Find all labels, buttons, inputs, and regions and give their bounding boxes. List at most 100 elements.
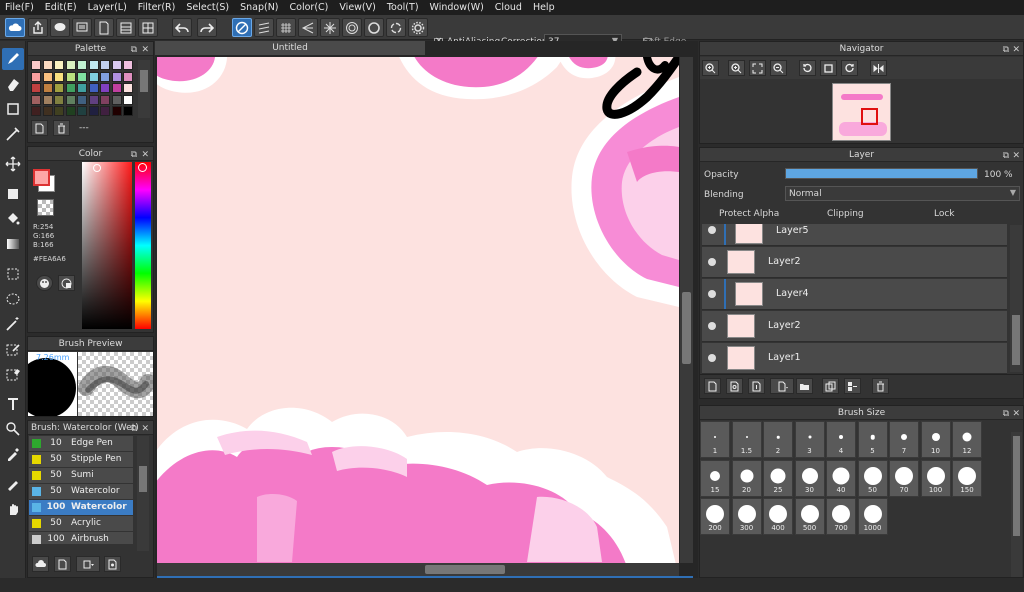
menu-item[interactable]: File(F) — [0, 2, 40, 13]
delete-layer-button[interactable] — [872, 378, 889, 394]
hue-slider-handle[interactable] — [138, 163, 147, 172]
palette-swatch[interactable] — [54, 106, 64, 116]
brush-size-cell[interactable]: 1.5 — [731, 421, 762, 458]
line-brush-tool[interactable] — [2, 123, 24, 145]
new-brush-button[interactable] — [54, 556, 71, 572]
menu-item[interactable]: View(V) — [334, 2, 381, 13]
zoom-in-2-button[interactable] — [728, 60, 745, 76]
brush-size-cell[interactable]: 2 — [763, 421, 793, 458]
layer-scroll-thumb[interactable] — [1012, 315, 1020, 365]
palette-scrollbar[interactable] — [138, 60, 150, 118]
palette-swatch[interactable] — [88, 83, 99, 93]
blending-select[interactable]: Normal ▼ — [785, 186, 1020, 201]
palette-swatch[interactable] — [111, 106, 122, 116]
zoom-out-button[interactable] — [770, 60, 787, 76]
brush-size-cell[interactable]: 100 — [920, 459, 951, 497]
page-button[interactable] — [94, 18, 114, 37]
canvas-vertical-thumb[interactable] — [682, 292, 691, 364]
palette-swatch[interactable] — [31, 71, 41, 82]
brush-size-cell[interactable]: 1000 — [857, 498, 888, 535]
palette-swatch[interactable] — [31, 106, 41, 116]
rotate-reset-button[interactable] — [820, 60, 837, 76]
brush-size-cell[interactable]: 40 — [826, 459, 856, 497]
new-palette-button[interactable] — [31, 120, 48, 136]
undock-icon[interactable]: ⧉ — [131, 422, 137, 436]
grid-button[interactable] — [138, 18, 158, 37]
palette-swatch[interactable] — [111, 60, 122, 70]
brush-item[interactable]: 50 Acrylic — [29, 516, 133, 532]
new-layer-button[interactable] — [704, 378, 721, 394]
palette-swatch[interactable] — [54, 94, 64, 105]
undo-button[interactable] — [172, 18, 192, 37]
brush-scroll-thumb[interactable] — [139, 466, 147, 492]
palette-swatch[interactable] — [111, 83, 122, 93]
canvas-vertical-scrollbar[interactable] — [680, 57, 693, 563]
palette-swatch[interactable] — [123, 71, 133, 82]
lasso-tool[interactable] — [2, 288, 24, 310]
undock-icon[interactable]: ⧉ — [131, 148, 137, 162]
eyedropper-tool[interactable] — [2, 443, 24, 465]
zoom-in-button[interactable] — [702, 60, 719, 76]
undock-icon[interactable]: ⧉ — [1003, 43, 1009, 57]
palette-swatch[interactable] — [31, 94, 41, 105]
palette-swatch[interactable] — [42, 83, 53, 93]
text-tool[interactable] — [2, 393, 24, 415]
palette-swatch[interactable] — [42, 94, 53, 105]
fill-rect-tool[interactable] — [2, 183, 24, 205]
brush-item[interactable]: 100 Watercolor — [29, 500, 133, 516]
new-folder-button[interactable] — [796, 378, 813, 394]
canvas-horizontal-thumb[interactable] — [425, 565, 505, 574]
palette-swatch[interactable] — [77, 94, 87, 105]
layer-row[interactable]: Layer4 — [702, 279, 1007, 310]
hand-tool[interactable] — [2, 498, 24, 520]
menu-item[interactable]: Window(W) — [425, 2, 490, 13]
opacity-slider[interactable] — [785, 168, 978, 179]
close-icon[interactable]: ✕ — [1012, 149, 1020, 163]
brush-item[interactable]: 50 Watercolor — [29, 484, 133, 500]
palette-swatch[interactable] — [42, 106, 53, 116]
palette-swatch[interactable] — [100, 106, 110, 116]
close-icon[interactable]: ✕ — [141, 422, 149, 436]
snap-off-button[interactable] — [232, 18, 252, 37]
brush-size-cell[interactable]: 4 — [826, 421, 856, 458]
palette-swatch[interactable] — [123, 83, 133, 93]
frame-divider-tool[interactable] — [2, 418, 24, 440]
brush-size-cell[interactable]: 150 — [952, 459, 982, 497]
menu-item[interactable]: Layer(L) — [83, 2, 133, 13]
palette-swatch[interactable] — [54, 71, 64, 82]
palette-swatch[interactable] — [123, 60, 133, 70]
eye-icon[interactable] — [708, 290, 716, 298]
palette-swatch[interactable] — [77, 71, 87, 82]
menu-item[interactable]: Tool(T) — [382, 2, 425, 13]
panel-button[interactable] — [116, 18, 136, 37]
palette-swatch[interactable] — [100, 83, 110, 93]
delete-palette-button[interactable] — [53, 120, 70, 136]
menu-item[interactable]: Help — [528, 2, 561, 13]
snap-radial-button[interactable] — [298, 18, 318, 37]
brush-cloud-button[interactable] — [32, 556, 49, 572]
select-eraser-tool[interactable] — [2, 363, 24, 385]
palette-swatch[interactable] — [100, 60, 110, 70]
close-icon[interactable]: ✕ — [1012, 407, 1020, 421]
select-rect-tool[interactable] — [2, 98, 24, 120]
palette-scroll-thumb[interactable] — [140, 70, 148, 92]
color-settings-button[interactable] — [58, 275, 75, 291]
snap-parallel-button[interactable] — [254, 18, 274, 37]
palette-swatch[interactable] — [111, 94, 122, 105]
brush-size-cell[interactable]: 50 — [857, 459, 888, 497]
brush-size-cell[interactable]: 70 — [889, 459, 919, 497]
new-layer-1bit-button[interactable] — [748, 378, 765, 394]
palette-swatch[interactable] — [100, 94, 110, 105]
hue-slider[interactable] — [135, 162, 151, 329]
rotate-left-button[interactable] — [799, 60, 816, 76]
palette-swatch[interactable] — [65, 60, 76, 70]
palette-swatch[interactable] — [42, 60, 53, 70]
brush-size-cell[interactable]: 1 — [700, 421, 730, 458]
brush-size-cell[interactable]: 400 — [763, 498, 793, 535]
brush-size-cell[interactable]: 300 — [731, 498, 762, 535]
brush-menu-button[interactable] — [76, 556, 100, 572]
palette-swatch[interactable] — [31, 60, 41, 70]
undock-icon[interactable]: ⧉ — [131, 43, 137, 57]
navigator-thumbnail[interactable] — [832, 83, 891, 141]
brush-size-cell[interactable]: 12 — [952, 421, 982, 458]
